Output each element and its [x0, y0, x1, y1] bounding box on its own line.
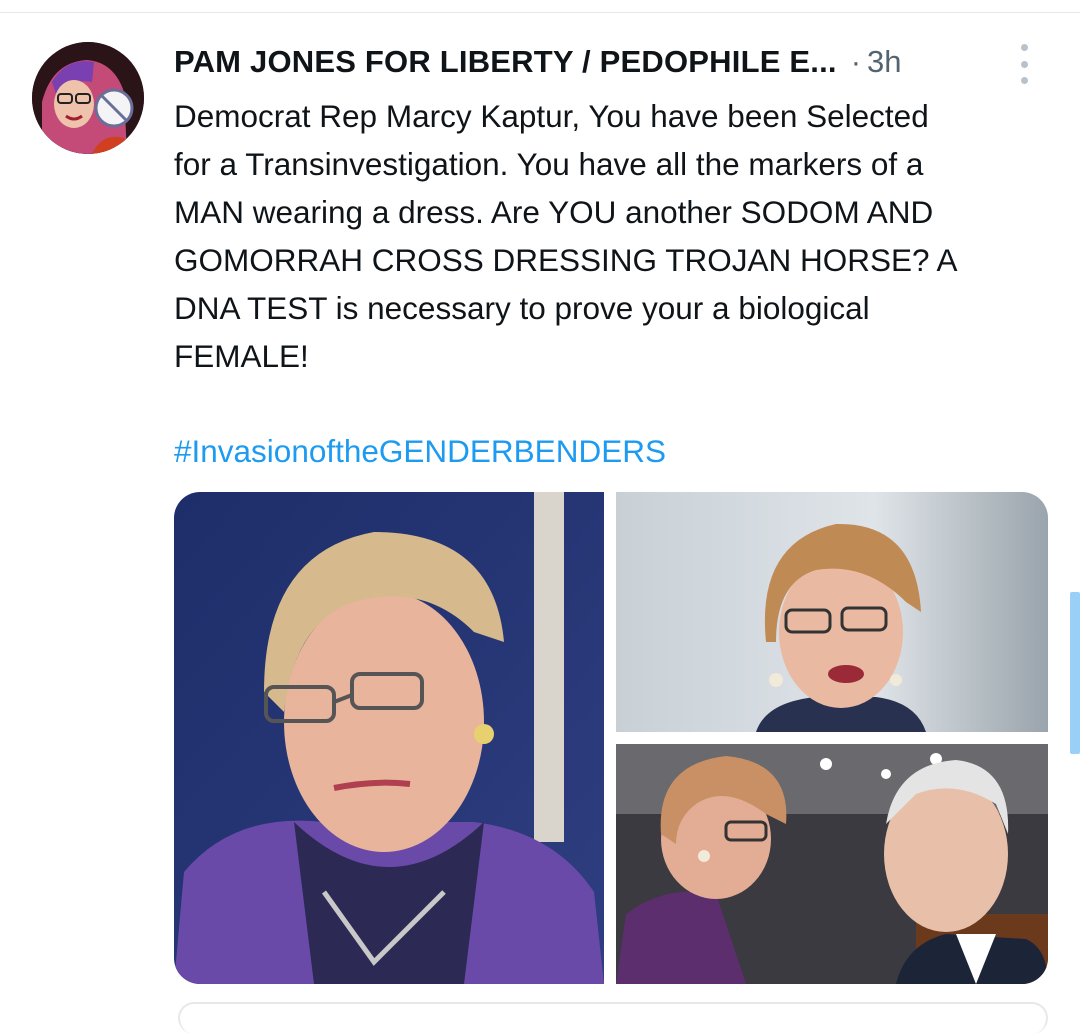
more-dot [1020, 44, 1028, 51]
header-separator: · [850, 44, 862, 79]
hashtag-link[interactable]: #InvasionoftheGENDERBENDERS [174, 427, 666, 475]
more-vertical-icon[interactable] [1014, 44, 1034, 84]
media-photo-1[interactable] [174, 492, 604, 984]
more-dot [1020, 77, 1028, 84]
tweet-media-grid [174, 492, 1048, 984]
media-photo-2[interactable] [616, 492, 1048, 732]
scrollbar-thumb[interactable] [1070, 592, 1080, 754]
photo-1-image [174, 492, 604, 984]
quoted-card-edge [178, 1002, 1048, 1034]
author-display-name[interactable]: PAM JONES FOR LIBERTY / PEDOPHILE E... [174, 44, 837, 80]
avatar-photo [32, 42, 144, 154]
top-divider [0, 12, 1080, 13]
tweet-timestamp[interactable]: 3h [867, 44, 901, 80]
media-photo-3[interactable] [616, 744, 1048, 984]
tweet-header: PAM JONES FOR LIBERTY / PEDOPHILE E... ·… [174, 40, 974, 84]
tweet-body-text: Democrat Rep Marcy Kaptur, You have been… [174, 98, 958, 374]
photo-3-image [616, 744, 1048, 984]
photo-2-image [616, 492, 1048, 732]
more-dot [1020, 60, 1028, 68]
author-avatar[interactable] [32, 42, 144, 154]
